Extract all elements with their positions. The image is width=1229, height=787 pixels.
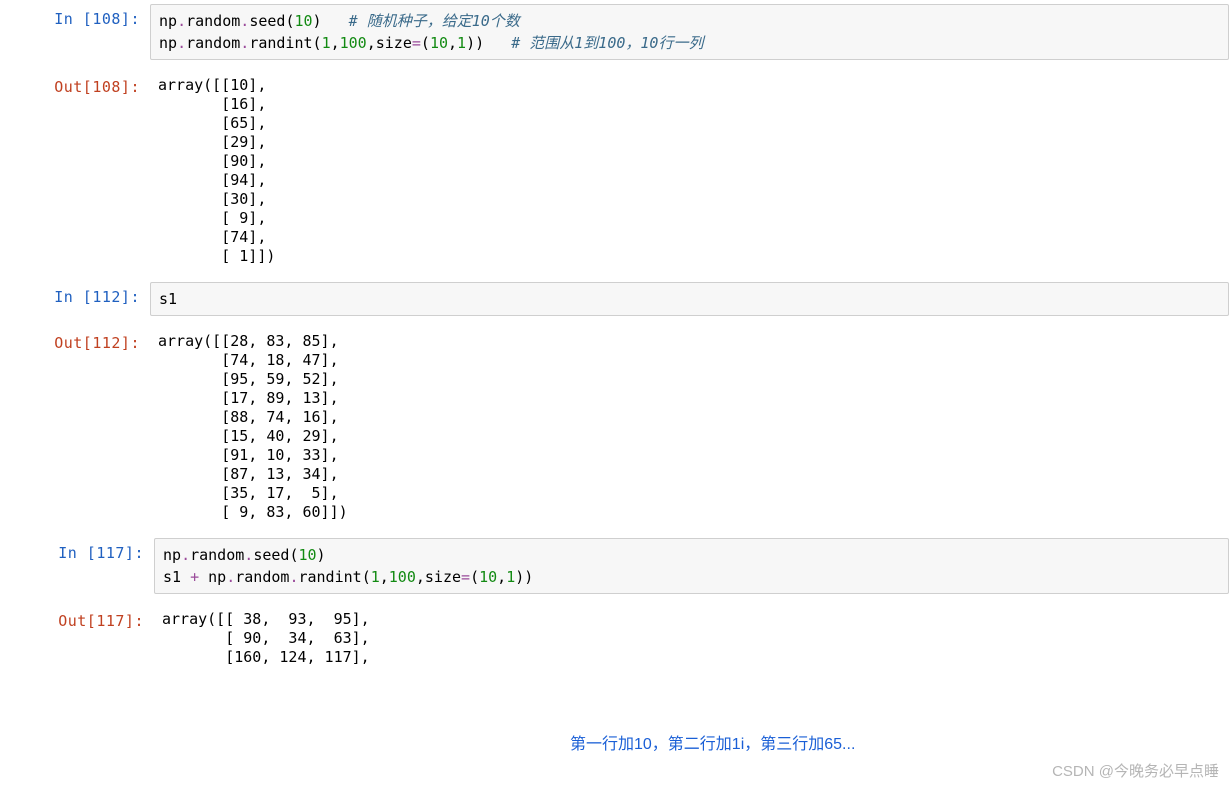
- code-token: +: [190, 568, 199, 586]
- code-token: ): [466, 34, 475, 52]
- code-token: random: [186, 34, 240, 52]
- out-prompt-117: Out[117]:: [0, 606, 154, 630]
- code-token: randint: [249, 34, 312, 52]
- code-token: random: [235, 568, 289, 586]
- code-input-108[interactable]: np.random.seed(10) # 随机种子，给定10个数 np.rand…: [150, 4, 1229, 60]
- code-token: .: [240, 34, 249, 52]
- code-token: [322, 12, 349, 30]
- code-token: random: [190, 546, 244, 564]
- code-token: ): [317, 546, 326, 564]
- code-token: size: [376, 34, 412, 52]
- code-token: [484, 34, 511, 52]
- out-prompt-112: Out[112]:: [0, 328, 150, 352]
- code-token: seed: [249, 12, 285, 30]
- code-token: ,: [367, 34, 376, 52]
- code-token: np: [159, 34, 177, 52]
- code-token: 10: [298, 546, 316, 564]
- watermark-text: CSDN @今晚务必早点睡: [1052, 760, 1219, 781]
- code-input-112[interactable]: s1: [150, 282, 1229, 316]
- cell-112-output: Out[112]: array([[28, 83, 85], [74, 18, …: [0, 324, 1229, 534]
- cell-108-output: Out[108]: array([[10], [16], [65], [29],…: [0, 68, 1229, 278]
- code-token: ,: [331, 34, 340, 52]
- code-token: 1: [457, 34, 466, 52]
- code-token: (: [470, 568, 479, 586]
- cell-117-input: In [117]: np.random.seed(10) s1 + np.ran…: [0, 534, 1229, 602]
- code-token: random: [186, 12, 240, 30]
- code-token: .: [177, 34, 186, 52]
- out-prompt-108: Out[108]:: [0, 72, 150, 96]
- in-prompt-117: In [117]:: [0, 538, 154, 562]
- code-token: 10: [294, 12, 312, 30]
- code-token: ): [515, 568, 524, 586]
- notebook: In [108]: np.random.seed(10) # 随机种子，给定10…: [0, 0, 1229, 679]
- output-112: array([[28, 83, 85], [74, 18, 47], [95, …: [150, 328, 1229, 526]
- code-token: .: [177, 12, 186, 30]
- code-token: .: [244, 546, 253, 564]
- output-117: array([[ 38, 93, 95], [ 90, 34, 63], [16…: [154, 606, 1229, 671]
- code-token: 100: [340, 34, 367, 52]
- code-token: .: [181, 546, 190, 564]
- code-token: np: [163, 546, 181, 564]
- output-108: array([[10], [16], [65], [29], [90], [94…: [150, 72, 1229, 270]
- code-token: ,: [448, 34, 457, 52]
- code-token: [199, 568, 208, 586]
- code-token: .: [240, 12, 249, 30]
- code-token: np: [208, 568, 226, 586]
- cell-117-output: Out[117]: array([[ 38, 93, 95], [ 90, 34…: [0, 602, 1229, 679]
- code-token: 10: [430, 34, 448, 52]
- cell-108-input: In [108]: np.random.seed(10) # 随机种子，给定10…: [0, 0, 1229, 68]
- code-token: ): [475, 34, 484, 52]
- code-token: =: [412, 34, 421, 52]
- code-token: =: [461, 568, 470, 586]
- code-token: ,: [497, 568, 506, 586]
- code-comment: # 随机种子，给定10个数: [349, 12, 520, 30]
- code-input-117[interactable]: np.random.seed(10) s1 + np.random.randin…: [154, 538, 1229, 594]
- code-token: 10: [479, 568, 497, 586]
- code-token: randint: [298, 568, 361, 586]
- code-token: 1: [322, 34, 331, 52]
- code-token: 1: [506, 568, 515, 586]
- code-token: (: [362, 568, 371, 586]
- code-token: seed: [253, 546, 289, 564]
- code-token: ): [313, 12, 322, 30]
- cell-112-input: In [112]: s1: [0, 278, 1229, 324]
- code-token: ): [524, 568, 533, 586]
- code-token: size: [425, 568, 461, 586]
- code-token: (: [421, 34, 430, 52]
- code-token: s1: [159, 290, 177, 308]
- in-prompt-108: In [108]:: [0, 4, 150, 28]
- annotation-text: 第一行加10，第二行加1i，第三行加65...: [570, 730, 855, 754]
- in-prompt-112: In [112]:: [0, 282, 150, 306]
- code-token: 1: [371, 568, 380, 586]
- code-token: (: [313, 34, 322, 52]
- code-comment: # 范围从1到100，10行一列: [511, 34, 703, 52]
- code-token: ,: [416, 568, 425, 586]
- code-token: .: [226, 568, 235, 586]
- code-token: s1: [163, 568, 190, 586]
- code-token: ,: [380, 568, 389, 586]
- code-token: np: [159, 12, 177, 30]
- code-token: 100: [389, 568, 416, 586]
